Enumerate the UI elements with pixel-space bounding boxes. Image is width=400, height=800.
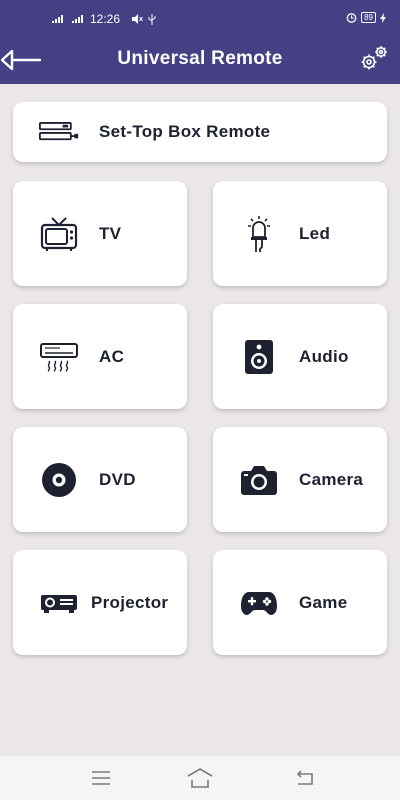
signal-2-icon (72, 15, 83, 23)
menu-icon[interactable] (88, 766, 114, 790)
dvd-card[interactable]: DVD (13, 427, 187, 532)
projector-label: Projector (91, 592, 169, 612)
projector-card[interactable]: Projector (13, 550, 187, 655)
alarm-icon (346, 13, 357, 23)
system-nav-bar (0, 756, 400, 800)
game-card[interactable]: Game (213, 550, 387, 655)
usb-icon (148, 13, 156, 25)
game-label: Game (299, 592, 348, 612)
status-left: 12:26 (52, 12, 156, 26)
dvd-label: DVD (99, 469, 136, 489)
set-top-box-label: Set-Top Box Remote (99, 122, 271, 141)
set-top-box-icon (39, 112, 79, 152)
ac-card[interactable]: AC (13, 304, 187, 409)
projector-icon (39, 583, 79, 623)
disc-icon (39, 460, 79, 500)
mute-icon (132, 14, 143, 24)
charging-icon (380, 12, 386, 23)
tv-label: TV (99, 223, 122, 243)
led-label: Led (299, 223, 331, 243)
camera-label: Camera (299, 469, 364, 489)
status-right: 89 (346, 12, 386, 23)
settings-gears-icon[interactable] (358, 42, 390, 74)
audio-label: Audio (299, 346, 349, 366)
set-top-box-card[interactable]: Set-Top Box Remote (13, 102, 387, 162)
battery-indicator: 89 (361, 12, 376, 23)
tv-icon (39, 214, 79, 254)
page-title: Universal Remote (117, 48, 283, 69)
ac-label: AC (99, 346, 125, 366)
status-time: 12:26 (90, 12, 121, 26)
tv-card[interactable]: TV (13, 181, 187, 286)
gamepad-icon (239, 583, 279, 623)
audio-card[interactable]: Audio (213, 304, 387, 409)
camera-card[interactable]: Camera (213, 427, 387, 532)
led-icon (239, 214, 279, 254)
app-bar: Universal Remote (0, 38, 400, 84)
ac-icon (39, 337, 79, 377)
speaker-icon (239, 337, 279, 377)
back-nav-icon[interactable] (292, 766, 318, 790)
status-bar: 12:26 89 (0, 0, 400, 38)
camera-icon (239, 460, 279, 500)
led-card[interactable]: Led (213, 181, 387, 286)
signal-icon (52, 15, 63, 23)
home-icon[interactable] (187, 766, 213, 790)
